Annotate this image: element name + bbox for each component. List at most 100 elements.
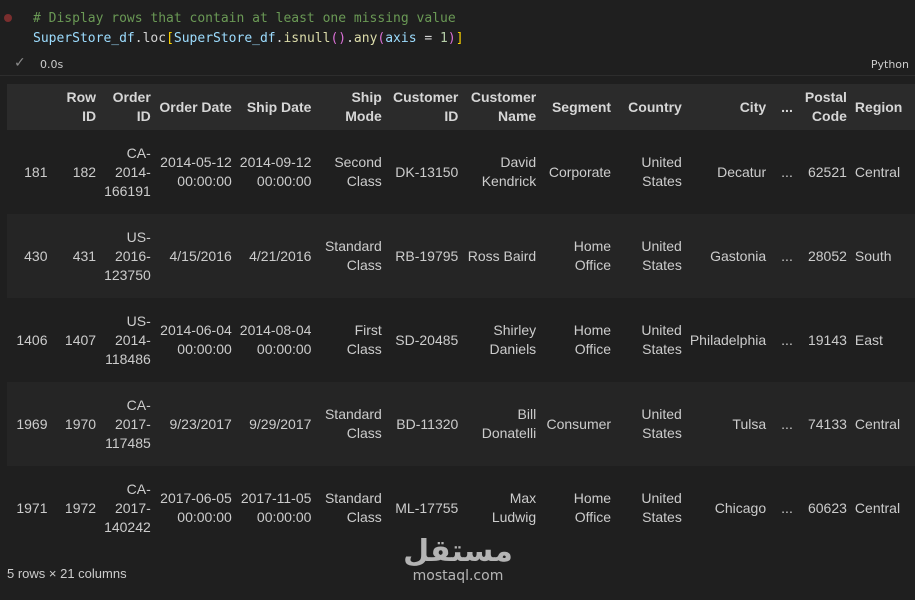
cell-order-date: 2014-06-04 00:00:00 xyxy=(160,322,232,357)
column-header-ship-mode: Ship Mode xyxy=(315,84,386,130)
code-token-bracket: [ xyxy=(166,31,174,46)
code-cell[interactable]: # Display rows that contain at least one… xyxy=(0,0,915,55)
cell-postal-code: 62521 xyxy=(807,163,847,180)
cell-order-id: US-2014-118486 xyxy=(105,312,151,367)
code-token-func: any xyxy=(353,31,378,46)
cell-row-id: 182 xyxy=(72,163,97,180)
unsaved-indicator-icon xyxy=(4,14,12,22)
cell-customer-name: Bill Donatelli xyxy=(481,406,537,441)
cell-order-date: 2017-06-05 00:00:00 xyxy=(160,490,232,525)
cell-ellipsis: ... xyxy=(781,331,793,348)
cell-order-date: 4/15/2016 xyxy=(169,247,232,264)
cell-region: Central xyxy=(854,163,901,180)
code-line-comment[interactable]: # Display rows that contain at least one… xyxy=(33,11,456,26)
cell-city: Tulsa xyxy=(732,415,767,432)
cell-city: Decatur xyxy=(717,163,767,180)
cell-customer-id: SD-20485 xyxy=(395,331,459,348)
cell-status-bar: ✓ 0.0s Python xyxy=(0,55,915,76)
cell-customer-name: Shirley Daniels xyxy=(489,322,537,357)
watermark-site: mostaql.com xyxy=(412,568,504,584)
cell-ellipsis: ... xyxy=(781,247,793,264)
column-header-ship-date: Ship Date xyxy=(235,84,316,130)
table-row: 1406 1407 US-2014-118486 2014-06-04 00:00:0… xyxy=(7,298,915,382)
cell-ellipsis: ... xyxy=(781,163,793,180)
column-header-index xyxy=(7,84,52,130)
code-line-expression[interactable]: SuperStore_df.loc[SuperStore_df.isnull()… xyxy=(33,31,464,46)
cell-output[interactable]: Row ID Order ID Order Date Ship Date Shi… xyxy=(7,84,915,554)
code-token-eq: = xyxy=(416,31,441,46)
column-header-row-id: Row ID xyxy=(51,84,101,130)
cell-customer-name: David Kendrick xyxy=(481,154,537,189)
code-token-paren: ) xyxy=(447,31,456,46)
cell-segment: Home Office xyxy=(573,322,612,357)
cell-order-id: CA-2014-166191 xyxy=(104,144,151,199)
cell-index: 430 xyxy=(24,247,48,264)
table-row: 1969 1970 CA-2017-117485 9/23/2017 9/29/2017… xyxy=(7,382,915,466)
cell-country: United States xyxy=(641,406,682,441)
code-token-bracket: ] xyxy=(455,31,464,46)
code-comment: # Display rows that contain at least one… xyxy=(33,11,456,26)
cell-ship-mode: First Class xyxy=(346,322,382,357)
cell-row-id: 1970 xyxy=(64,415,97,432)
cell-segment: Home Office xyxy=(573,238,612,273)
code-token-number: 1 xyxy=(440,31,448,46)
cell-ellipsis: ... xyxy=(781,415,793,432)
cell-order-date: 9/23/2017 xyxy=(169,415,232,432)
code-token-func: isnull xyxy=(283,31,331,46)
kernel-language-button[interactable]: Python xyxy=(871,58,909,71)
column-header-ellipsis: ... xyxy=(770,84,797,130)
cell-city: Philadelphia xyxy=(689,331,767,348)
code-token-dot: . xyxy=(346,31,354,46)
cell-row-id: 431 xyxy=(72,247,97,264)
execution-time: 0.0s xyxy=(40,58,64,71)
cell-ship-date: 9/29/2017 xyxy=(249,415,312,432)
cell-customer-id: BD-11320 xyxy=(396,415,459,432)
cell-ship-mode: Standard Class xyxy=(324,406,382,441)
column-header-country: Country xyxy=(615,84,686,130)
table-row: 181 182 CA-2014-166191 2014-05-12 00:00:00 2… xyxy=(7,130,915,214)
cell-index: 181 xyxy=(24,163,48,180)
cell-ship-date: 2017-11-05 00:00:00 xyxy=(240,490,312,525)
cell-customer-name: Ross Baird xyxy=(467,247,537,264)
cell-ship-date: 4/21/2016 xyxy=(249,247,312,264)
column-header-order-date: Order Date xyxy=(154,84,236,130)
table-row: 430 431 US-2016-123750 4/15/2016 4/21/2016 St… xyxy=(7,214,915,298)
cell-row-id: 1407 xyxy=(64,331,97,348)
dataframe-table: Row ID Order ID Order Date Ship Date Shi… xyxy=(7,84,915,550)
cell-segment: Consumer xyxy=(546,415,612,432)
mostaql-watermark-logo: مستقل mostaql.com xyxy=(398,534,518,590)
cell-country: United States xyxy=(641,238,682,273)
dataframe-shape-summary: 5 rows × 21 columns xyxy=(7,566,127,581)
cell-ship-date: 2014-08-04 00:00:00 xyxy=(239,322,312,357)
code-token-arg: axis xyxy=(385,31,417,46)
code-token-paren: () xyxy=(330,31,347,46)
cell-ship-date: 2014-09-12 00:00:00 xyxy=(239,154,312,189)
cell-postal-code: 19143 xyxy=(807,331,847,348)
cell-country: United States xyxy=(641,490,682,525)
column-header-order-id: Order ID xyxy=(100,84,155,130)
cell-ship-mode: Second Class xyxy=(334,154,382,189)
cell-ship-mode: Standard Class xyxy=(324,490,382,525)
column-header-customer-name: Customer Name xyxy=(462,84,541,130)
cell-country: United States xyxy=(641,154,682,189)
column-header-region: Region xyxy=(850,84,915,130)
cell-country: United States xyxy=(641,322,682,357)
cell-postal-code: 28052 xyxy=(807,247,847,264)
cell-customer-id: DK-13150 xyxy=(395,163,459,180)
cell-region: Central xyxy=(854,499,901,516)
cell-order-date: 2014-05-12 00:00:00 xyxy=(160,154,232,189)
check-icon: ✓ xyxy=(14,55,26,71)
cell-order-id: US-2016-123750 xyxy=(104,228,151,283)
cell-city: Chicago xyxy=(714,499,767,516)
cell-order-id: CA-2017-117485 xyxy=(105,396,151,451)
watermark-word: مستقل xyxy=(403,534,513,569)
cell-ellipsis: ... xyxy=(781,499,793,516)
cell-segment: Corporate xyxy=(548,163,612,180)
cell-ship-mode: Standard Class xyxy=(324,238,382,273)
code-token-var: SuperStore_df xyxy=(33,31,135,46)
cell-region: East xyxy=(854,331,883,348)
cell-row-id: 1972 xyxy=(64,499,97,516)
column-header-city: City xyxy=(685,84,771,130)
cell-index: 1406 xyxy=(16,331,48,348)
column-header-customer-id: Customer ID xyxy=(385,84,463,130)
